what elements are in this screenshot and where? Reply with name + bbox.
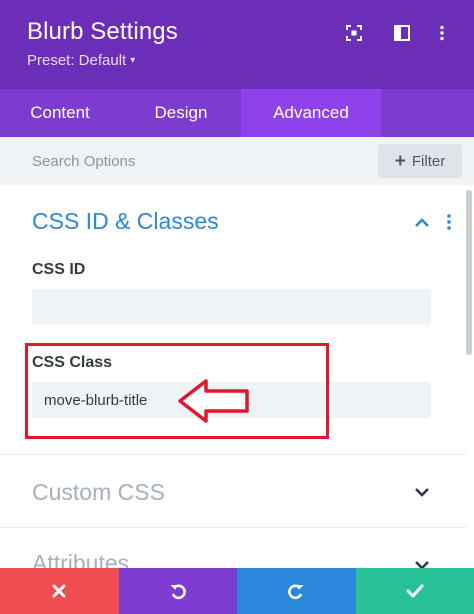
save-button[interactable]	[355, 568, 474, 614]
tab-content[interactable]: Content	[0, 89, 120, 137]
tab-advanced[interactable]: Advanced	[241, 89, 381, 137]
tab-design[interactable]: Design	[120, 89, 242, 137]
split-view-icon[interactable]	[391, 22, 413, 44]
undo-button[interactable]	[118, 568, 237, 614]
chevron-down-icon[interactable]	[413, 485, 431, 499]
scrollbar[interactable]	[466, 190, 472, 355]
close-icon	[52, 584, 66, 598]
search-input[interactable]	[0, 137, 370, 185]
more-options-icon[interactable]	[431, 22, 453, 44]
section-title-custom-css[interactable]: Custom CSS	[32, 479, 165, 506]
tab-bar: Content Design Advanced	[0, 89, 474, 137]
section-options-icon[interactable]	[444, 212, 454, 232]
check-icon	[406, 584, 424, 598]
plus-icon: +	[394, 150, 406, 172]
section-divider	[0, 454, 466, 455]
section-divider	[0, 527, 466, 528]
filter-label: Filter	[411, 152, 446, 170]
filter-button[interactable]: + Filter	[378, 144, 462, 178]
modal-title: Blurb Settings	[27, 18, 178, 45]
css-id-label: CSS ID	[32, 261, 86, 278]
section-title-css-id-classes[interactable]: CSS ID & Classes	[32, 208, 219, 235]
search-bar: + Filter	[0, 137, 474, 185]
redo-button[interactable]	[237, 568, 356, 614]
fullscreen-icon[interactable]	[343, 22, 365, 44]
footer-action-bar	[0, 568, 474, 614]
css-id-input[interactable]	[32, 289, 431, 325]
arrow-annotation-icon	[176, 377, 252, 425]
discard-button[interactable]	[0, 568, 119, 614]
settings-header: Blurb Settings Preset: Default ▾	[0, 0, 474, 89]
undo-icon	[170, 584, 186, 600]
caret-down-icon: ▾	[130, 55, 136, 66]
preset-label: Preset: Default	[27, 52, 127, 69]
preset-selector[interactable]: Preset: Default ▾	[27, 52, 135, 69]
redo-icon	[288, 584, 304, 600]
chevron-up-icon[interactable]	[413, 216, 431, 230]
